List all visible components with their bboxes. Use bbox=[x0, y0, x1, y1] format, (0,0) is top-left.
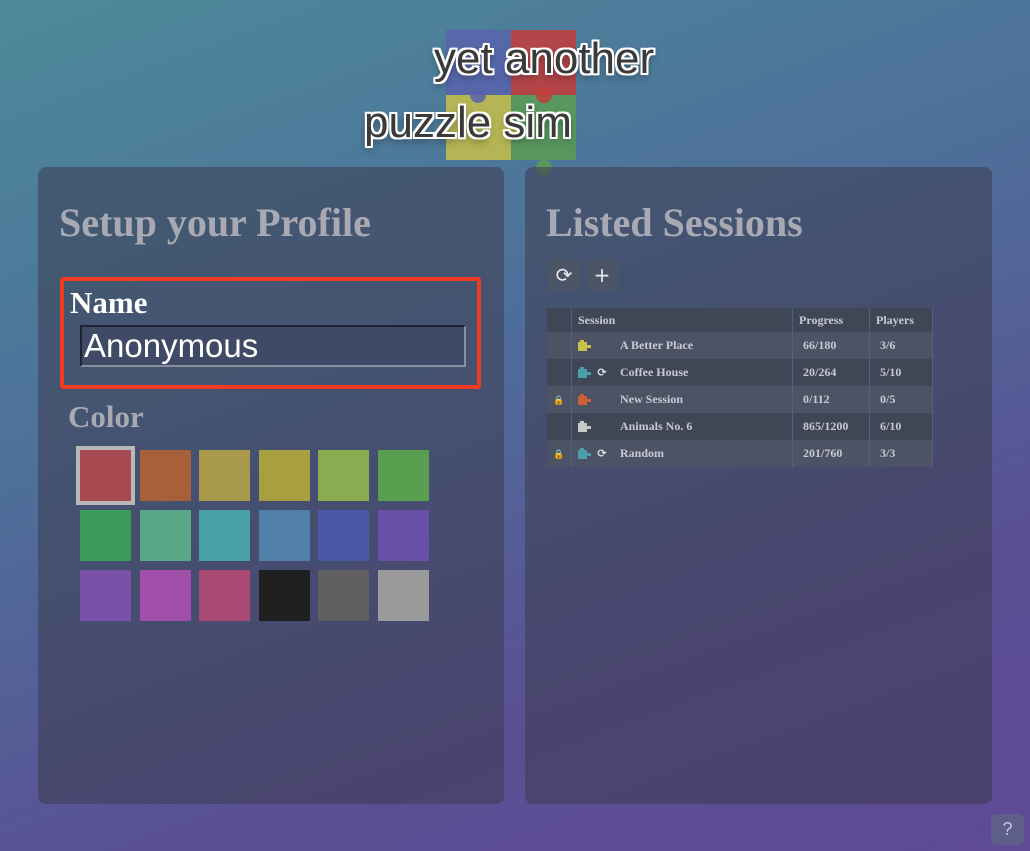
lock-cell bbox=[547, 332, 572, 359]
table-header-row: Session Progress Players bbox=[547, 308, 933, 332]
color-swatch[interactable] bbox=[76, 446, 135, 505]
session-row[interactable]: 🔒 New Session 0/112 0/5 bbox=[547, 386, 933, 413]
session-cell: ⟳ Random bbox=[571, 440, 793, 467]
session-progress: 20/264 bbox=[792, 359, 870, 386]
puzzle-piece-icon bbox=[578, 447, 592, 460]
session-name: Animals No. 6 bbox=[620, 419, 693, 433]
header-lock bbox=[547, 308, 572, 332]
session-row[interactable]: 🔒 ⟳ Random 201/760 3/3 bbox=[547, 440, 933, 467]
puzzle-piece-icon bbox=[578, 366, 592, 379]
color-swatch[interactable] bbox=[258, 450, 310, 501]
color-swatch[interactable] bbox=[258, 570, 310, 621]
sessions-table: Session Progress Players A Better Place 6… bbox=[547, 308, 933, 467]
puzzle-piece-icon bbox=[578, 393, 592, 406]
session-progress: 201/760 bbox=[792, 440, 870, 467]
color-swatch[interactable] bbox=[318, 510, 369, 561]
color-swatch[interactable] bbox=[318, 450, 369, 501]
session-players: 6/10 bbox=[869, 413, 933, 440]
session-name: Coffee House bbox=[620, 365, 689, 379]
header-players: Players bbox=[869, 308, 933, 332]
lock-cell bbox=[547, 359, 572, 386]
color-swatch[interactable] bbox=[80, 510, 131, 561]
name-label: Name bbox=[70, 285, 148, 320]
color-swatch[interactable] bbox=[199, 510, 250, 561]
session-row[interactable]: A Better Place 66/180 3/6 bbox=[547, 332, 933, 359]
lock-cell bbox=[547, 413, 572, 440]
session-progress: 0/112 bbox=[792, 386, 870, 413]
puzzle-piece-icon bbox=[578, 339, 592, 352]
session-cell: A Better Place bbox=[571, 332, 793, 359]
help-button[interactable]: ? bbox=[991, 814, 1024, 845]
profile-panel: Setup your Profile Name Color bbox=[38, 167, 504, 804]
sessions-panel: Listed Sessions ⟳ + Session Progress Pla… bbox=[525, 167, 992, 804]
session-progress: 66/180 bbox=[792, 332, 870, 359]
lock-icon: 🔒 bbox=[553, 450, 565, 460]
session-cell: ⟳ Coffee House bbox=[571, 359, 793, 386]
color-swatch[interactable] bbox=[139, 570, 191, 621]
session-progress: 865/1200 bbox=[792, 413, 870, 440]
session-row[interactable]: ⟳ Coffee House 20/264 5/10 bbox=[547, 359, 933, 386]
lock-icon: 🔒 bbox=[553, 396, 565, 406]
color-swatch[interactable] bbox=[377, 510, 429, 561]
profile-title: Setup your Profile bbox=[59, 200, 371, 245]
lock-cell: 🔒 bbox=[547, 440, 572, 467]
plus-icon: + bbox=[593, 263, 611, 287]
logo-line-1: yet another bbox=[434, 34, 655, 83]
refresh-icon: ⟳ bbox=[555, 263, 573, 287]
app-logo: yet another puzzle sim bbox=[0, 0, 1030, 180]
color-swatch[interactable] bbox=[199, 450, 250, 501]
color-swatch[interactable] bbox=[377, 570, 429, 621]
session-name: New Session bbox=[620, 392, 684, 406]
session-players: 3/6 bbox=[869, 332, 933, 359]
puzzle-piece-icon bbox=[578, 420, 592, 433]
sessions-title: Listed Sessions bbox=[546, 200, 803, 245]
color-swatch[interactable] bbox=[199, 570, 250, 621]
session-cell: New Session bbox=[571, 386, 793, 413]
logo-line-2: puzzle sim bbox=[364, 98, 572, 147]
session-players: 5/10 bbox=[869, 359, 933, 386]
session-name: Random bbox=[620, 446, 665, 460]
session-players: 3/3 bbox=[869, 440, 933, 467]
color-swatch[interactable] bbox=[258, 510, 310, 561]
session-row[interactable]: Animals No. 6 865/1200 6/10 bbox=[547, 413, 933, 440]
lock-cell: 🔒 bbox=[547, 386, 572, 413]
refresh-button[interactable]: ⟳ bbox=[548, 259, 580, 291]
color-swatch[interactable] bbox=[377, 450, 429, 501]
name-input[interactable] bbox=[80, 325, 466, 367]
color-swatch[interactable] bbox=[139, 510, 191, 561]
color-label: Color bbox=[68, 399, 144, 434]
rotation-icon: ⟳ bbox=[597, 366, 607, 379]
color-swatch[interactable] bbox=[139, 450, 191, 501]
session-name: A Better Place bbox=[620, 338, 694, 352]
color-swatch[interactable] bbox=[80, 570, 131, 621]
header-progress: Progress bbox=[792, 308, 870, 332]
session-players: 0/5 bbox=[869, 386, 933, 413]
header-session: Session bbox=[571, 308, 793, 332]
puzzle-logo-icon bbox=[446, 30, 576, 176]
color-swatch[interactable] bbox=[318, 570, 369, 621]
session-cell: Animals No. 6 bbox=[571, 413, 793, 440]
rotation-icon: ⟳ bbox=[597, 447, 607, 460]
name-section: Name bbox=[60, 277, 481, 389]
add-session-button[interactable]: + bbox=[586, 259, 618, 291]
